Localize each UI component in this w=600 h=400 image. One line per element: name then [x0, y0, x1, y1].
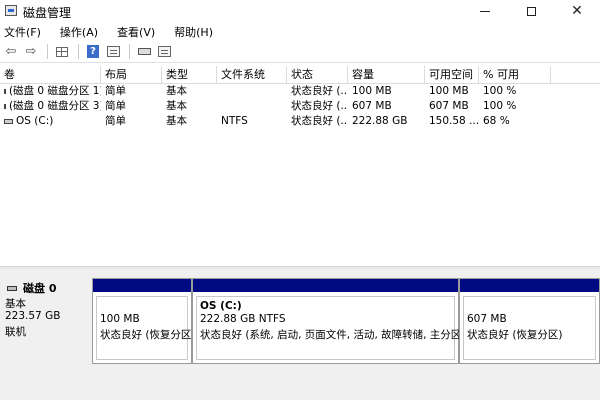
minimize-button[interactable] — [462, 0, 508, 22]
type-cell: 基本 — [166, 100, 187, 112]
partition-recovery-3[interactable]: 607 MB 状态良好 (恢复分区) — [459, 278, 600, 364]
layout-cell: 简单 — [105, 115, 126, 127]
column-header-layout[interactable]: 布局 — [101, 66, 162, 84]
capacity-cell: 607 MB — [352, 100, 392, 112]
percent-free-cell: 100 % — [483, 85, 517, 97]
menu-view[interactable]: 查看(V) — [117, 24, 162, 40]
free-space-cell: 150.58 ... — [429, 115, 479, 127]
maximize-icon — [526, 6, 536, 16]
status-cell: 状态良好 (... — [291, 85, 348, 97]
maximize-button[interactable] — [508, 0, 554, 22]
partition-body: OS (C:) 222.88 GB NTFS 状态良好 (系统, 启动, 页面文… — [196, 296, 465, 360]
partition-size: 100 MB — [100, 313, 140, 325]
column-header-capacity[interactable]: 容量 — [348, 66, 425, 84]
column-header-filesystem[interactable]: 文件系统 — [217, 66, 287, 84]
help-icon: ? — [87, 45, 99, 58]
disk-button[interactable] — [135, 43, 153, 61]
disk-status: 联机 — [5, 326, 26, 338]
partition-body: 607 MB 状态良好 (恢复分区) — [463, 296, 596, 360]
volume-cell: OS (C:) — [0, 114, 101, 129]
table-row[interactable]: (磁盘 0 磁盘分区 1) 简单 基本 状态良好 (... 100 MB 100… — [0, 84, 600, 99]
filesystem-cell — [217, 84, 287, 99]
table-row[interactable]: OS (C:) 简单 基本 NTFS 状态良好 (... 222.88 GB 1… — [0, 114, 600, 129]
column-header-free-space[interactable]: 可用空间 — [425, 66, 479, 84]
forward-button[interactable]: ⇨ — [22, 43, 40, 61]
status-cell: 状态良好 (... — [291, 115, 348, 127]
percent-free-cell: 68 % — [483, 115, 510, 127]
status-cell: 状态良好 (... — [291, 100, 348, 112]
toolbar-separator — [47, 44, 48, 59]
free-space-cell: 607 MB — [429, 100, 469, 112]
partition-recovery-1[interactable]: 100 MB 状态良好 (恢复分区) — [92, 278, 196, 364]
partition-status: 状态良好 (恢复分区) — [467, 329, 563, 341]
grid-icon — [56, 46, 68, 57]
layout-cell: 简单 — [105, 85, 126, 97]
disk-icon — [137, 48, 151, 55]
percent-free-cell: 100 % — [483, 100, 517, 112]
column-header-volume[interactable]: 卷 — [0, 66, 101, 84]
capacity-cell: 100 MB — [352, 85, 392, 97]
volume-icon — [4, 89, 6, 94]
filesystem-cell: NTFS — [221, 115, 248, 127]
menu-file[interactable]: 文件(F) — [4, 24, 48, 40]
help-button[interactable]: ? — [84, 43, 102, 61]
disk-size: 223.57 GB — [5, 310, 61, 322]
menu-bar: 文件(F) 操作(A) 查看(V) 帮助(H) — [0, 22, 600, 41]
title-bar: 磁盘管理 ✕ — [0, 0, 600, 22]
volume-name: (磁盘 0 磁盘分区 1) — [9, 85, 101, 97]
close-button[interactable]: ✕ — [554, 0, 600, 22]
partition-body: 100 MB 状态良好 (恢复分区) — [96, 296, 196, 360]
partition-size: 607 MB — [467, 313, 507, 325]
properties-icon — [106, 46, 120, 57]
close-icon: ✕ — [571, 3, 583, 19]
volume-cell: (磁盘 0 磁盘分区 3) — [0, 99, 101, 114]
partition-name: OS (C:) — [200, 300, 242, 312]
back-icon: ⇦ — [5, 44, 17, 59]
capacity-cell: 222.88 GB — [352, 115, 408, 127]
toolbar: ⇦ ⇨ ? — [0, 41, 600, 63]
disk-graphical-view: 磁盘 0 基本 223.57 GB 联机 100 MB 状态良好 (恢复分区) … — [0, 270, 600, 400]
disk-name: 磁盘 0 — [23, 282, 57, 295]
disk-title: 磁盘 0 — [7, 280, 56, 296]
volume-name: OS (C:) — [16, 115, 54, 127]
layout-cell: 简单 — [105, 100, 126, 112]
disk-info-panel[interactable]: 磁盘 0 基本 223.57 GB 联机 — [2, 278, 88, 364]
grid-view-button[interactable] — [53, 43, 71, 61]
window-title: 磁盘管理 — [23, 6, 72, 20]
menu-help[interactable]: 帮助(H) — [174, 24, 220, 40]
volume-name: (磁盘 0 磁盘分区 3) — [9, 100, 101, 112]
partition-status: 状态良好 (恢复分区) — [100, 329, 196, 341]
properties-button[interactable] — [104, 43, 122, 61]
minimize-icon — [480, 10, 490, 12]
back-button[interactable]: ⇦ — [2, 43, 20, 61]
toolbar-separator — [78, 44, 79, 59]
volume-list: 卷 布局 类型 文件系统 状态 容量 可用空间 % 可用 (磁盘 0 磁盘分区 … — [0, 66, 600, 129]
filesystem-cell — [217, 99, 287, 114]
volume-icon — [4, 104, 6, 109]
partition-os-c[interactable]: OS (C:) 222.88 GB NTFS 状态良好 (系统, 启动, 页面文… — [192, 278, 465, 364]
partition-size: 222.88 GB NTFS — [200, 313, 286, 325]
menu-action[interactable]: 操作(A) — [60, 24, 105, 40]
partition-status: 状态良好 (系统, 启动, 页面文件, 活动, 故障转储, 主分区) — [200, 329, 466, 341]
column-header-percent-free[interactable]: % 可用 — [479, 66, 551, 84]
partition-header-bar — [93, 279, 191, 292]
volume-list-header: 卷 布局 类型 文件系统 状态 容量 可用空间 % 可用 — [0, 66, 600, 84]
disk-icon — [7, 285, 17, 291]
list-icon — [157, 46, 171, 57]
disk-type: 基本 — [5, 298, 26, 310]
partition-header-bar — [460, 279, 599, 292]
table-row[interactable]: (磁盘 0 磁盘分区 3) 简单 基本 状态良好 (... 607 MB 607… — [0, 99, 600, 114]
volume-icon — [4, 119, 13, 124]
free-space-cell: 100 MB — [429, 85, 469, 97]
forward-icon: ⇨ — [25, 44, 37, 59]
column-header-status[interactable]: 状态 — [287, 66, 348, 84]
volume-cell: (磁盘 0 磁盘分区 1) — [0, 84, 101, 99]
partition-header-bar — [193, 279, 458, 292]
type-cell: 基本 — [166, 85, 187, 97]
list-button[interactable] — [155, 43, 173, 61]
toolbar-separator — [129, 44, 130, 59]
disk-management-app-icon — [5, 5, 17, 16]
type-cell: 基本 — [166, 115, 187, 127]
column-header-type[interactable]: 类型 — [162, 66, 217, 84]
